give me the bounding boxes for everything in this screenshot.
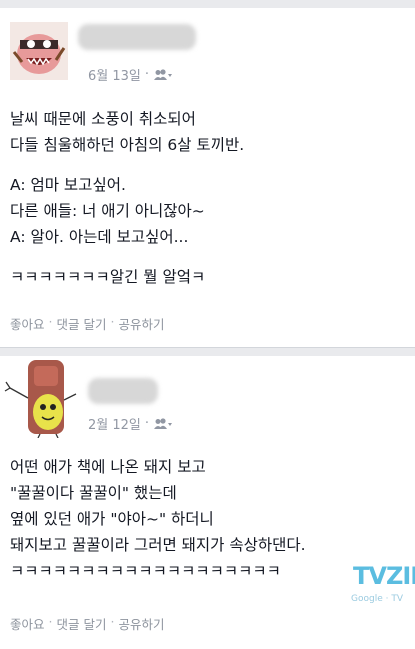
action-separator: ·: [110, 314, 115, 329]
post-line: 다른 애들: 너 애기 아니잖아~: [10, 202, 205, 220]
watermark-subtext: Google · TV: [351, 594, 403, 604]
post-actions: 좋아요 · 댓글 달기 · 공유하기: [10, 614, 164, 633]
post-line: ㅋㅋㅋㅋㅋㅋㅋ알긴 뭘 알엌ㅋ: [10, 268, 206, 286]
share-link[interactable]: 공유하기: [118, 614, 164, 633]
comment-link[interactable]: 댓글 달기: [57, 314, 107, 333]
action-separator: ·: [48, 314, 53, 329]
post-body: 날씨 때문에 소풍이 취소되어 다들 침울해하던 아침의 6살 토끼반. A: …: [10, 106, 409, 290]
friends-icon[interactable]: [153, 417, 173, 430]
post-meta: 2월 12일 ·: [88, 414, 173, 433]
post-line: 옆에 있던 애가 "야아~" 하더니: [10, 510, 214, 528]
action-separator: ·: [48, 614, 53, 629]
like-link[interactable]: 좋아요: [10, 314, 45, 333]
action-separator: ·: [110, 614, 115, 629]
meta-separator: ·: [144, 67, 150, 82]
post-line: 어떤 애가 책에 나온 돼지 보고: [10, 458, 206, 476]
post-line: 다들 침울해하던 아침의 6살 토끼반.: [10, 136, 245, 154]
avatar[interactable]: [4, 358, 78, 438]
post-line: 날씨 때문에 소풍이 취소되어: [10, 110, 196, 128]
post-actions: 좋아요 · 댓글 달기 · 공유하기: [10, 314, 164, 333]
like-link[interactable]: 좋아요: [10, 614, 45, 633]
post-date[interactable]: 6월 13일: [88, 65, 141, 84]
avatar[interactable]: [10, 22, 68, 80]
post-line: "꿀꿀이다 꿀꿀이" 했는데: [10, 484, 177, 502]
watermark-text: TVZIL: [353, 562, 415, 590]
share-link[interactable]: 공유하기: [118, 314, 164, 333]
author-name[interactable]: [78, 24, 196, 50]
post-card: 6월 13일 · 날씨 때문에 소풍이 취소되어 다들 침울해하던 아침의 6살…: [0, 8, 415, 348]
author-name[interactable]: [88, 378, 158, 404]
meta-separator: ·: [144, 416, 150, 431]
watermark-logo: TVZIL Google · TV: [349, 562, 415, 612]
post-meta: 6월 13일 ·: [88, 65, 173, 84]
friends-icon[interactable]: [153, 68, 173, 81]
post-line: 돼지보고 꿀꿀이라 그러면 돼지가 속상하댄다.: [10, 536, 306, 554]
post-card: 2월 12일 · 어떤 애가 책에 나온 돼지 보고 "꿀꿀이다 꿀꿀이" 했는…: [0, 356, 415, 649]
comment-link[interactable]: 댓글 달기: [57, 614, 107, 633]
post-line: A: 엄마 보고싶어.: [10, 176, 126, 194]
post-line: A: 알아. 아는데 보고싶어...: [10, 228, 189, 246]
post-date[interactable]: 2월 12일: [88, 414, 141, 433]
